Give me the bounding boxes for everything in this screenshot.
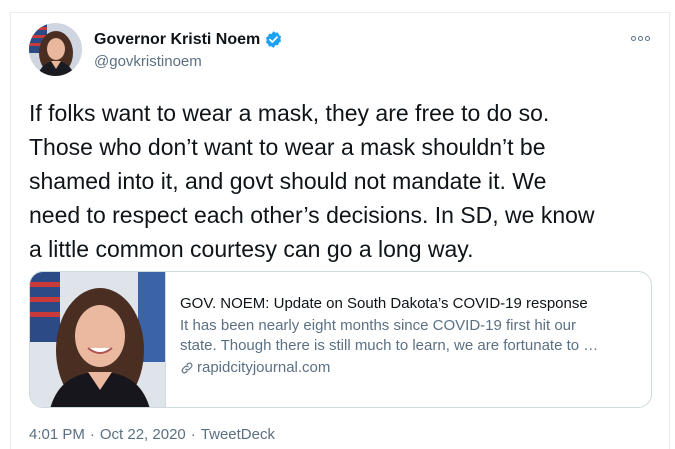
tweet-meta: 4:01 PM · Oct 22, 2020 · TweetDeck bbox=[29, 426, 275, 443]
more-dot-icon bbox=[645, 36, 650, 41]
link-card-description: It has been nearly eight months since CO… bbox=[180, 316, 651, 356]
author-avatar[interactable] bbox=[29, 23, 82, 76]
tweet-text-line: a little common courtesy can go a long w… bbox=[29, 236, 474, 262]
link-card-description-line: It has been nearly eight months since CO… bbox=[180, 317, 577, 334]
tweet-time[interactable]: 4:01 PM bbox=[29, 426, 85, 443]
profile-photo-icon bbox=[29, 23, 82, 76]
meta-separator: · bbox=[190, 426, 196, 443]
tweet-text: If folks want to wear a mask, they are f… bbox=[29, 96, 669, 266]
more-dot-icon bbox=[631, 36, 636, 41]
link-card-description-line: state. Though there is still much to lea… bbox=[180, 337, 599, 354]
link-card-body: GOV. NOEM: Update on South Dakota’s COVI… bbox=[166, 272, 651, 407]
author-display-name[interactable]: Governor Kristi Noem bbox=[94, 31, 260, 49]
tweet-source[interactable]: TweetDeck bbox=[201, 426, 275, 443]
more-options-button[interactable] bbox=[631, 36, 650, 41]
author-handle[interactable]: @govkristinoem bbox=[94, 53, 202, 70]
verified-badge-icon bbox=[266, 31, 282, 48]
tweet-text-line: need to respect each other’s decisions. … bbox=[29, 202, 595, 228]
tweet-text-line: Those who don’t want to wear a mask shou… bbox=[29, 134, 546, 160]
link-card-domain-row: rapidcityjournal.com bbox=[180, 358, 651, 378]
link-preview-card[interactable]: GOV. NOEM: Update on South Dakota’s COVI… bbox=[29, 271, 652, 408]
tweet-date[interactable]: Oct 22, 2020 bbox=[100, 426, 186, 443]
link-icon bbox=[181, 362, 193, 374]
link-card-domain: rapidcityjournal.com bbox=[197, 359, 331, 376]
tweet-text-line: If folks want to wear a mask, they are f… bbox=[29, 100, 550, 126]
tweet-text-line: shamed into it, and govt should not mand… bbox=[29, 168, 547, 194]
author-name-row: Governor Kristi Noem bbox=[94, 30, 283, 49]
more-dot-icon bbox=[638, 36, 643, 41]
link-card-title: GOV. NOEM: Update on South Dakota’s COVI… bbox=[180, 295, 588, 312]
link-card-thumbnail bbox=[30, 272, 166, 407]
article-photo-icon bbox=[30, 272, 165, 407]
meta-separator: · bbox=[89, 426, 95, 443]
